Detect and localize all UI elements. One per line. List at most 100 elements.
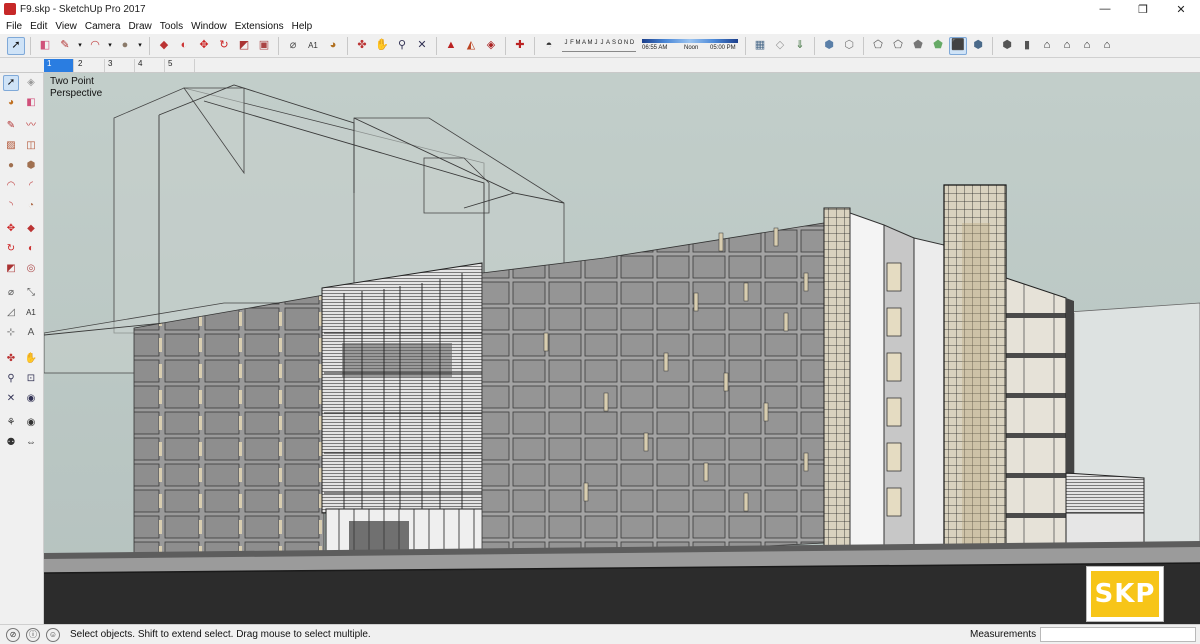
menu-view[interactable]: View (51, 21, 81, 32)
share-model-icon[interactable]: ◭ (462, 37, 480, 55)
tape-measure-icon[interactable]: ⌀ (3, 285, 19, 301)
scene-tab-5[interactable]: 5 (165, 59, 195, 72)
time-slider[interactable]: 06:55 AM Noon 05:00 PM (642, 38, 738, 53)
position-camera-icon[interactable]: ⚘ (3, 415, 19, 431)
chevron-down-icon[interactable]: ▾ (76, 37, 84, 55)
monochrome-alt-style-icon[interactable]: ⬢ (969, 37, 987, 55)
dimension-tool-icon[interactable]: ⤡ (23, 285, 39, 301)
rotate-tool-icon[interactable]: ↻ (215, 37, 233, 55)
line-tool-icon[interactable]: ✎ (3, 118, 19, 134)
move-tool-icon[interactable]: ✥ (195, 37, 213, 55)
section-plane-icon[interactable]: ⇔ (23, 435, 39, 451)
menu-window[interactable]: Window (187, 21, 231, 32)
scene-tab-3[interactable]: 3 (105, 59, 135, 72)
front-view-icon[interactable]: ⌂ (1038, 37, 1056, 55)
zoom-extents-icon[interactable]: ✕ (3, 391, 19, 407)
three-point-arc-icon[interactable]: ◝ (3, 198, 19, 214)
pan-tool-icon[interactable]: ✋ (23, 351, 39, 367)
top-view-icon[interactable]: ▮ (1018, 37, 1036, 55)
arc-tool-icon[interactable]: ◠ (3, 178, 19, 194)
text-tool-icon[interactable]: A1 (23, 305, 39, 321)
eraser-tool-icon[interactable]: ◧ (23, 95, 39, 111)
chevron-down-icon[interactable]: ▾ (106, 37, 114, 55)
menu-edit[interactable]: Edit (26, 21, 51, 32)
walk-tool-icon[interactable]: ⚉ (3, 435, 19, 451)
3d-text-icon[interactable]: A (23, 325, 39, 341)
3d-warehouse-icon[interactable]: ▲ (442, 37, 460, 55)
chevron-down-icon[interactable]: ▾ (136, 37, 144, 55)
shaded-style-icon[interactable]: ⬟ (909, 37, 927, 55)
iso-view-icon[interactable]: ⬢ (998, 37, 1016, 55)
scene-tab-2[interactable]: 2 (75, 59, 105, 72)
select-tool-icon[interactable]: ➚ (3, 75, 19, 91)
zoom-tool-icon[interactable]: ⚲ (3, 371, 19, 387)
previous-view-icon[interactable]: ◉ (23, 391, 39, 407)
account-icon[interactable]: ☺ (46, 627, 60, 642)
push-pull-icon[interactable]: ◆ (155, 37, 173, 55)
extension-warehouse-icon[interactable]: ◈ (482, 37, 500, 55)
zoom-extents-icon[interactable]: ✕ (413, 37, 431, 55)
model-viewport[interactable]: Two Point Perspective SKP (44, 73, 1200, 624)
scene-tab-1[interactable]: 1 (44, 59, 74, 72)
building-model-render[interactable] (44, 73, 1200, 624)
scene-tab-4[interactable]: 4 (135, 59, 165, 72)
zoom-tool-icon[interactable]: ⚲ (393, 37, 411, 55)
measurements-input[interactable] (1040, 627, 1196, 642)
push-pull-icon[interactable]: ◆ (23, 221, 39, 237)
xray-style-icon[interactable]: ⬢ (820, 37, 838, 55)
shadows-toggle-icon[interactable]: ◓ (540, 37, 558, 55)
eraser-tool-icon[interactable]: ◧ (36, 37, 54, 55)
tape-measure-icon[interactable]: ⌀ (284, 37, 302, 55)
axes-tool-icon[interactable]: ⊹ (3, 325, 19, 341)
look-around-icon[interactable]: ◉ (23, 415, 39, 431)
orbit-tool-icon[interactable]: ✤ (353, 37, 371, 55)
make-component-icon[interactable]: ◈ (23, 75, 39, 91)
extension-manager-icon[interactable]: ✚ (511, 37, 529, 55)
move-tool-icon[interactable]: ✥ (3, 221, 19, 237)
minimize-button[interactable]: — (1086, 0, 1124, 18)
offset-tool-icon[interactable]: ▣ (255, 37, 273, 55)
left-view-icon[interactable]: ⌂ (1098, 37, 1116, 55)
wireframe-style-icon[interactable]: ⬠ (869, 37, 887, 55)
scale-tool-icon[interactable]: ◩ (235, 37, 253, 55)
rotate-tool-icon[interactable]: ↻ (3, 241, 19, 257)
polygon-tool-icon[interactable]: ⬢ (23, 158, 39, 174)
shaded-textures-style-icon[interactable]: ⬟ (929, 37, 947, 55)
right-view-icon[interactable]: ⌂ (1058, 37, 1076, 55)
credits-icon[interactable]: ⓘ (26, 627, 40, 642)
select-tool-icon[interactable]: ➚ (7, 36, 25, 55)
rotated-rectangle-icon[interactable]: ◫ (23, 138, 39, 154)
two-point-arc-icon[interactable]: ◜ (23, 178, 39, 194)
back-view-icon[interactable]: ⌂ (1078, 37, 1096, 55)
pie-tool-icon[interactable]: ◔ (23, 198, 39, 214)
section-cut-icon[interactable]: ⇓ (791, 37, 809, 55)
menu-extensions[interactable]: Extensions (231, 21, 288, 32)
maximize-button[interactable]: ❐ (1124, 0, 1162, 18)
follow-me-icon[interactable]: ◐ (23, 241, 39, 257)
menu-tools[interactable]: Tools (156, 21, 187, 32)
freehand-tool-icon[interactable]: 〰 (23, 118, 39, 134)
pan-tool-icon[interactable]: ✋ (373, 37, 391, 55)
circle-tool-icon[interactable]: ● (3, 158, 19, 174)
line-tool-icon[interactable]: ✎ (56, 37, 74, 55)
geolocation-icon[interactable]: ⊘ (6, 627, 20, 642)
protractor-icon[interactable]: ◿ (3, 305, 19, 321)
close-button[interactable]: ✕ (1162, 0, 1200, 18)
back-edges-style-icon[interactable]: ⬡ (840, 37, 858, 55)
paint-bucket-icon[interactable]: ◕ (3, 95, 19, 111)
menu-camera[interactable]: Camera (81, 21, 125, 32)
shadow-settings-strip[interactable]: J F M A M J J A S O N D 06:55 AM Noon 05… (562, 37, 738, 55)
paint-bucket-icon[interactable]: ◕ (324, 37, 342, 55)
menu-file[interactable]: File (2, 21, 26, 32)
text-tool-icon[interactable]: A1 (304, 37, 322, 55)
monochrome-style-icon[interactable]: ⬛ (949, 36, 967, 55)
display-section-icon[interactable]: ◇ (771, 37, 789, 55)
zoom-window-icon[interactable]: ⊡ (23, 371, 39, 387)
shape-tool-icon[interactable]: ● (116, 37, 134, 55)
follow-me-icon[interactable]: ◐ (175, 37, 193, 55)
hidden-line-style-icon[interactable]: ⬠ (889, 37, 907, 55)
arc-tool-icon[interactable]: ◠ (86, 37, 104, 55)
offset-tool-icon[interactable]: ◎ (23, 261, 39, 277)
menu-help[interactable]: Help (288, 21, 317, 32)
rectangle-tool-icon[interactable]: ▨ (3, 138, 19, 154)
